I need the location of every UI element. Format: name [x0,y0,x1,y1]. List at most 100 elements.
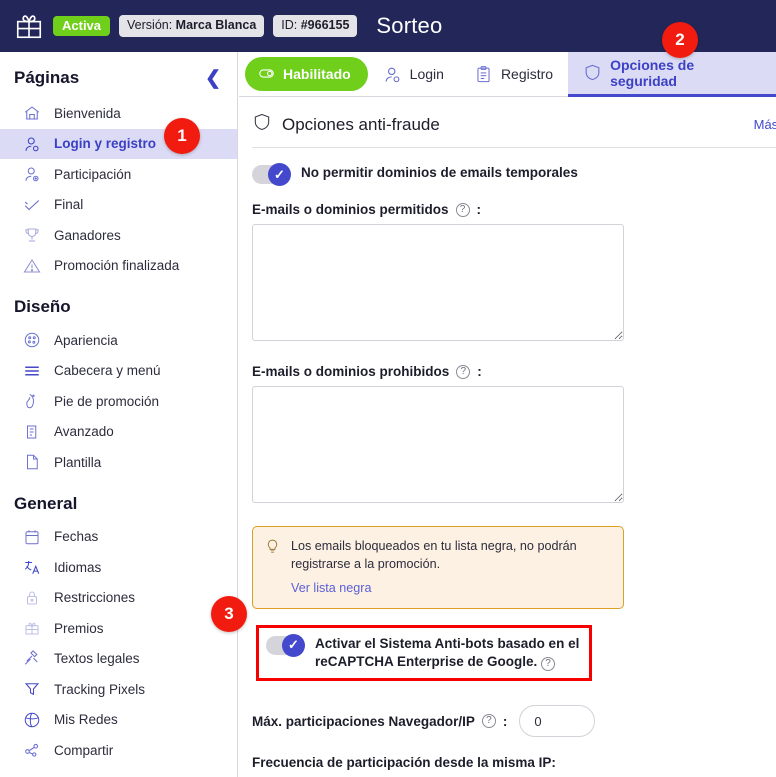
sidebar-item-cabecera-y-menu[interactable]: Cabecera y menú [0,356,237,387]
recaptcha-label-text: Activar el Sistema Anti-bots basado en e… [315,635,580,669]
label-allowed-domains-text: E-mails o dominios permitidos [252,202,449,217]
content-area: Habilitado Login Registro Opciones de se… [239,51,776,777]
label-allowed-domains: E-mails o dominios permitidos ? : [252,202,776,217]
sidebar-item-final[interactable]: Final [0,190,237,221]
panel-title: Opciones anti-fraude [282,114,440,134]
user-plus-icon [22,165,41,184]
max-participations-row: Máx. participaciones Navegador/IP ? : [252,705,776,738]
version-prefix: Versión: [127,18,176,33]
menu-lines-icon [22,361,41,380]
sidebar-item-ganadores[interactable]: Ganadores [0,220,237,251]
view-blacklist-link[interactable]: Ver lista negra [291,581,372,595]
label-colon: : [477,364,482,379]
sidebar-item-promocion-finalizada[interactable]: Promoción finalizada [0,251,237,282]
sidebar-item-label: Plantilla [54,454,102,470]
label-colon: : [502,713,508,729]
gift-icon [14,11,44,41]
toggle-recaptcha[interactable]: ✓ [266,633,305,657]
tab-login-label: Login [409,66,444,82]
sidebar-item-label: Promoción finalizada [54,258,180,274]
tab-registro[interactable]: Registro [459,52,568,97]
sidebar-section-title-diseno: Diseño [14,297,71,316]
help-icon[interactable]: ? [456,364,471,379]
sidebar-item-label: Cabecera y menú [54,363,161,379]
funnel-icon [22,680,41,699]
form-column: Opciones anti-fraude Más información ✓ N… [252,98,776,777]
lightbulb-icon [264,538,281,597]
sidebar-item-label: Tracking Pixels [54,681,146,697]
help-icon[interactable]: ? [481,714,496,729]
sidebar-item-pie-de-promocion[interactable]: Pie de promoción [0,386,237,417]
toggle-knob: ✓ [282,633,305,657]
sidebar-item-label: Compartir [54,742,114,758]
allowed-domains-textarea[interactable] [252,224,624,341]
sidebar-item-label: Ganadores [54,227,121,243]
page-title: Sorteo [376,13,443,38]
calendar-icon [22,527,41,546]
more-info-link[interactable]: Más información [754,117,776,132]
shield-icon [583,63,602,82]
tab-habilitado-label: Habilitado [283,65,351,82]
chevron-left-icon[interactable]: ❮ [205,69,221,88]
gavel-icon [22,649,41,668]
notice-text: Los emails bloqueados en tu lista negra,… [291,539,577,571]
recaptcha-highlight-box: ✓ Activar el Sistema Anti-bots basado en… [256,624,592,682]
sidebar-item-textos-legales[interactable]: Textos legales [0,644,237,675]
user-lock-icon [22,134,41,153]
label-forbidden-domains: E-mails o dominios prohibidos ? : [252,364,776,379]
toggle-label-recaptcha: Activar el Sistema Anti-bots basado en e… [315,635,581,671]
id-badge: ID: #966155 [273,15,358,37]
lock-icon [22,588,41,607]
sidebar-item-idiomas[interactable]: Idiomas [0,552,237,583]
tab-opciones-de-seguridad[interactable]: Opciones de seguridad [568,51,776,97]
toggle-label-temp-emails: No permitir dominios de emails temporale… [301,165,578,180]
sidebar-item-fechas[interactable]: Fechas [0,522,237,553]
toggle-no-temp-emails[interactable]: ✓ [252,163,291,186]
share-icon [22,741,41,760]
forbidden-domains-textarea[interactable] [252,386,624,503]
gift-icon [22,619,41,638]
sidebar-item-label: Restricciones [54,590,136,606]
sidebar-item-participacion[interactable]: Participación [0,159,237,190]
sidebar-item-avanzado[interactable]: Avanzado [0,417,237,448]
tab-seguridad-label: Opciones de seguridad [610,56,695,89]
label-max-participations: Máx. participaciones Navegador/IP ? : [252,714,507,729]
sidebar-item-restricciones[interactable]: Restricciones [0,583,237,614]
label-frequency-text: Frecuencia de participación desde la mis… [252,755,556,771]
tab-login[interactable]: Login [368,52,459,97]
sidebar-section-title-general: General [14,493,78,513]
help-icon[interactable]: ? [541,656,556,671]
max-participations-input[interactable] [519,705,596,738]
toggle-row-temp-emails: ✓ No permitir dominios de emails tempora… [252,148,776,186]
check-icon: ✓ [274,166,285,182]
clipboard-icon [474,65,493,84]
annotation-badge-1: 1 [164,118,200,154]
sidebar-item-premios[interactable]: Premios [0,613,237,644]
check-icon [22,195,41,214]
sidebar-item-mis-redes[interactable]: Mis Redes [0,705,237,736]
label-max-participations-text: Máx. participaciones Navegador/IP [252,713,475,729]
toggle-row-recaptcha: ✓ Activar el Sistema Anti-bots basado en… [266,633,581,671]
scroll-icon [22,422,41,441]
sidebar-item-apariencia[interactable]: Apariencia [0,325,237,356]
sidebar-item-label: Login y registro [54,136,157,152]
translate-icon [22,558,41,577]
sidebar-section-title-paginas: Páginas [14,68,80,87]
trophy-icon [22,226,41,245]
version-badge: Versión: Marca Blanca [119,15,265,37]
palette-icon [22,331,41,350]
tab-habilitado-toggle[interactable]: Habilitado [245,57,368,91]
sidebar-item-bienvenida[interactable]: Bienvenida [0,98,237,129]
sidebar-item-login-y-registro[interactable]: Login y registro [0,128,237,159]
help-icon[interactable]: ? [455,202,470,217]
home-icon [22,104,41,123]
top-bar: Activa Versión: Marca Blanca ID: #966155… [0,0,776,52]
footer-icon [22,392,41,411]
sidebar-item-compartir[interactable]: Compartir [0,735,237,766]
check-icon: ✓ [288,637,299,653]
sidebar-item-label: Fechas [54,529,99,545]
sidebar-item-plantilla[interactable]: Plantilla [0,447,237,478]
shield-icon [252,112,272,137]
tab-registro-label: Registro [500,66,554,82]
sidebar-item-tracking-pixels[interactable]: Tracking Pixels [0,674,237,705]
